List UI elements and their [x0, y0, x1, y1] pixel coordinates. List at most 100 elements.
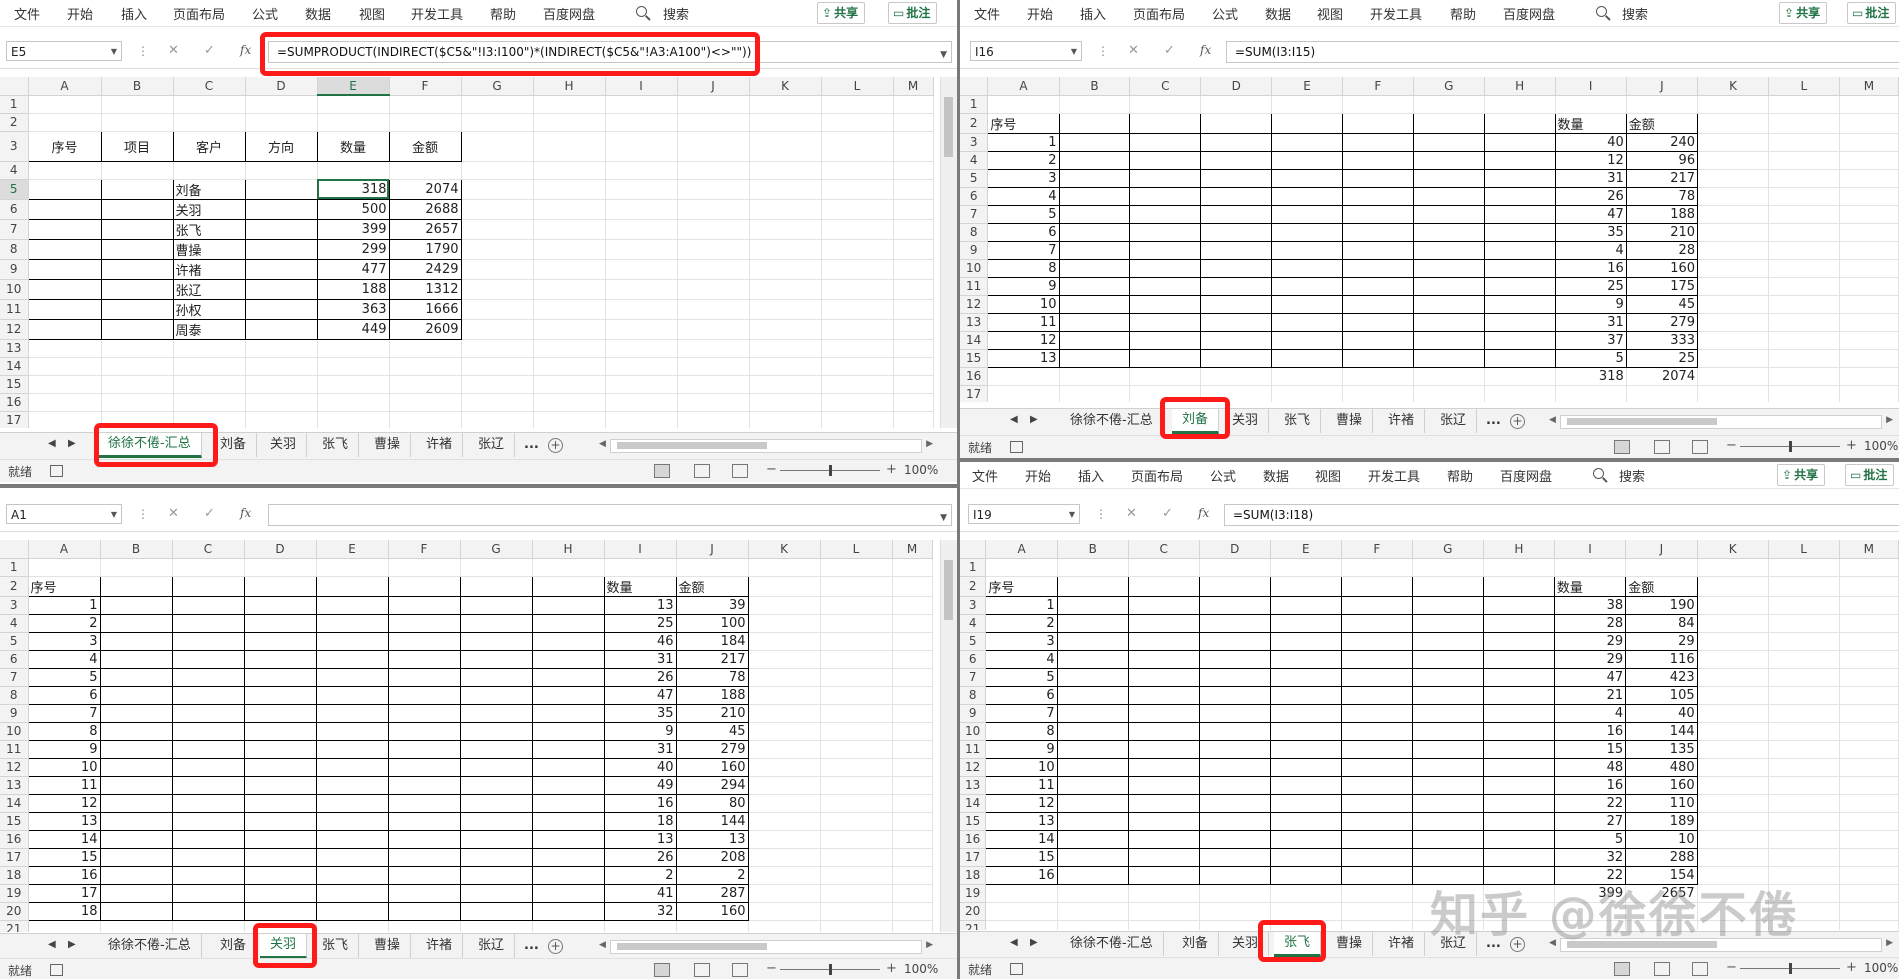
row-header[interactable]: 21 — [960, 920, 987, 930]
row-header[interactable]: 10 — [960, 722, 987, 741]
table-cell[interactable]: 许褚 — [172, 258, 246, 280]
cell[interactable] — [748, 776, 821, 795]
table-cell[interactable] — [1269, 739, 1342, 759]
table-cell[interactable] — [244, 178, 318, 200]
table-cell[interactable]: 16 — [27, 865, 101, 885]
table-cell[interactable]: 刘备 — [172, 178, 246, 200]
select-all-corner[interactable] — [960, 77, 989, 96]
row-header[interactable]: 11 — [0, 299, 29, 320]
table-cell[interactable]: 279 — [675, 739, 749, 759]
cell[interactable] — [533, 375, 606, 394]
cell[interactable] — [1839, 95, 1899, 114]
table-cell[interactable] — [99, 613, 173, 633]
cell[interactable] — [1839, 151, 1899, 170]
comment-button[interactable]: ▭ 批注 — [1845, 464, 1895, 486]
table-cell[interactable] — [1411, 847, 1484, 867]
horizontal-scrollbar[interactable]: ◀ ▶ — [599, 940, 933, 954]
enter-icon[interactable]: ✓ — [204, 43, 215, 58]
table-cell[interactable] — [1340, 847, 1413, 867]
table-cell[interactable] — [1482, 739, 1555, 759]
cell[interactable] — [749, 219, 822, 240]
row-header[interactable]: 3 — [0, 131, 29, 162]
table-cell[interactable] — [1127, 847, 1200, 867]
cell[interactable] — [748, 576, 821, 597]
table-cell[interactable]: 13 — [603, 829, 677, 849]
menu-file[interactable]: 文件 — [14, 4, 40, 23]
total-cell[interactable]: 318 — [1555, 367, 1627, 386]
table-cell[interactable]: 22 — [1553, 793, 1627, 813]
menu-formulas[interactable]: 公式 — [1210, 466, 1236, 485]
cell[interactable] — [821, 319, 894, 340]
menu-page-layout[interactable]: 页面布局 — [1133, 4, 1185, 23]
row-header[interactable]: 18 — [960, 866, 987, 885]
table-cell[interactable] — [459, 793, 533, 813]
cell[interactable] — [677, 239, 750, 260]
cancel-icon[interactable]: ✕ — [168, 506, 179, 521]
col-header[interactable]: M — [892, 540, 933, 559]
col-header[interactable]: L — [1768, 540, 1840, 559]
select-all-corner[interactable] — [960, 540, 987, 559]
col-header[interactable]: B — [101, 77, 174, 96]
table-cell[interactable]: 188 — [1625, 204, 1699, 224]
table-cell[interactable] — [1482, 595, 1555, 615]
row-header[interactable]: 6 — [960, 187, 989, 206]
row-header[interactable]: 2 — [0, 576, 29, 597]
sheet-tab[interactable]: 许褚 — [416, 433, 464, 457]
cell[interactable] — [28, 339, 102, 358]
cell[interactable] — [748, 848, 821, 867]
table-cell[interactable] — [1056, 631, 1129, 651]
col-header[interactable]: D — [1200, 77, 1273, 96]
table-cell[interactable] — [1483, 204, 1556, 224]
cell[interactable] — [173, 113, 246, 132]
cell[interactable] — [461, 95, 534, 114]
name-box[interactable]: A1 ▼ — [6, 504, 122, 524]
cell[interactable] — [1839, 686, 1899, 705]
cell[interactable] — [1697, 295, 1769, 314]
table-cell[interactable] — [1056, 595, 1129, 615]
cell[interactable] — [1839, 385, 1899, 402]
table-cell[interactable] — [1411, 793, 1484, 813]
table-cell[interactable] — [171, 901, 245, 921]
table-cell[interactable] — [1269, 721, 1342, 741]
table-cell[interactable] — [1340, 667, 1413, 687]
table-cell[interactable]: 35 — [1554, 222, 1627, 242]
table-cell[interactable]: 78 — [675, 667, 749, 687]
cell[interactable] — [677, 319, 750, 340]
menu-data[interactable]: 数据 — [1265, 4, 1291, 23]
cell[interactable] — [1839, 650, 1899, 669]
table-cell[interactable]: 40 — [1625, 703, 1698, 723]
cell[interactable] — [1839, 223, 1899, 242]
table-cell[interactable] — [1482, 847, 1555, 867]
table-cell[interactable] — [1482, 811, 1555, 831]
cell[interactable] — [821, 299, 894, 320]
table-cell[interactable] — [531, 575, 605, 597]
cell[interactable] — [820, 776, 893, 795]
table-cell[interactable]: 31 — [603, 649, 677, 669]
table-cell[interactable] — [315, 739, 389, 759]
table-cell[interactable] — [459, 595, 533, 615]
table-cell[interactable] — [459, 575, 533, 597]
cell[interactable] — [605, 161, 678, 180]
cell[interactable] — [892, 830, 933, 849]
table-cell[interactable]: 39 — [675, 595, 749, 615]
table-cell[interactable] — [531, 685, 605, 705]
row-header[interactable]: 10 — [0, 279, 29, 300]
cell[interactable] — [893, 161, 934, 180]
table-cell[interactable] — [1340, 685, 1413, 705]
table-cell[interactable] — [1200, 204, 1273, 224]
table-cell[interactable] — [171, 631, 245, 651]
table-cell[interactable] — [1271, 276, 1343, 296]
table-cell[interactable] — [171, 829, 245, 849]
cell[interactable] — [893, 95, 934, 114]
table-cell[interactable] — [1483, 312, 1556, 332]
scroll-thumb[interactable] — [944, 560, 953, 620]
table-header-cell[interactable]: 序号 — [985, 575, 1058, 597]
cell[interactable] — [533, 113, 606, 132]
cell[interactable] — [676, 558, 749, 577]
cell[interactable] — [1128, 884, 1200, 903]
cell[interactable] — [893, 113, 934, 132]
cell[interactable] — [605, 179, 678, 200]
table-cell[interactable] — [1058, 168, 1131, 188]
normal-view-icon[interactable] — [654, 464, 670, 478]
cell[interactable] — [1697, 650, 1769, 669]
